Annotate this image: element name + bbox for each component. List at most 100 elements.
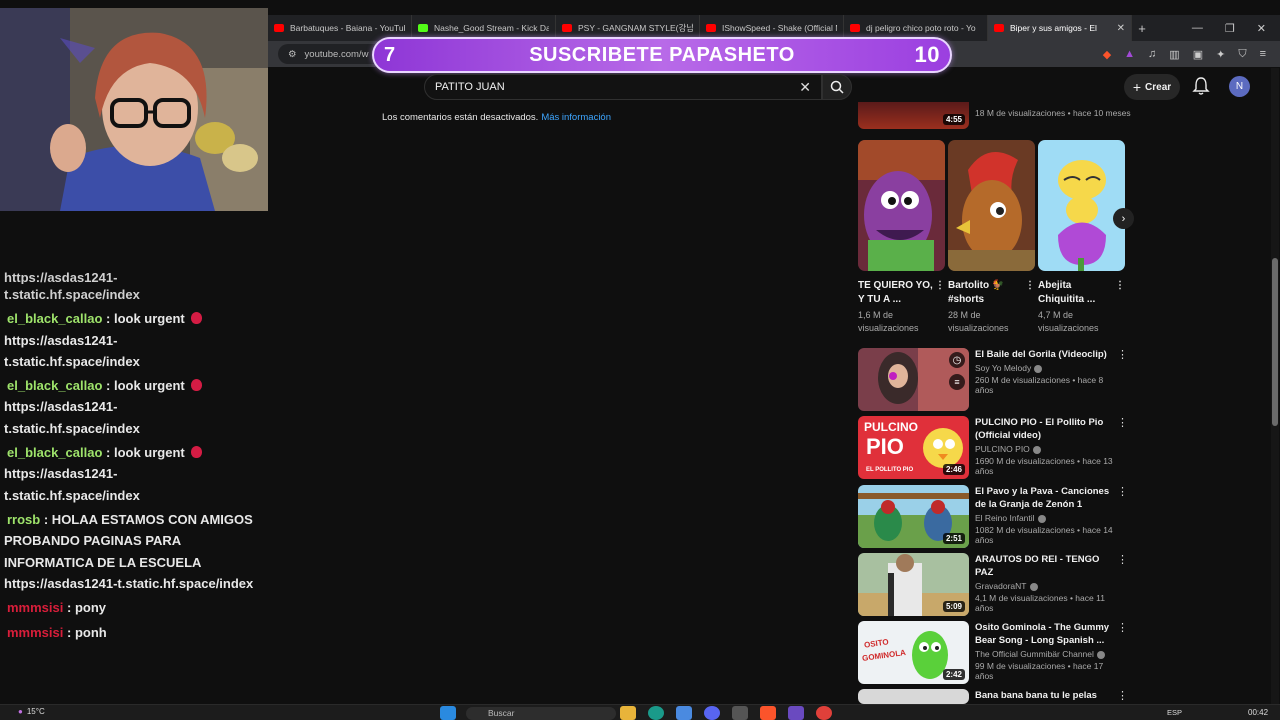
recommendation-item[interactable]: ◷ ≡ El Baile del Gorila (Videoclip) Soy … (858, 348, 1128, 412)
brave-icon[interactable] (760, 706, 776, 720)
video-duration: 2:51 (942, 533, 965, 544)
channel-name[interactable]: PULCINO PIO (975, 444, 1030, 454)
chat-link[interactable]: https://asdas1241-t.static.hf.space/inde… (4, 463, 144, 506)
media-icon[interactable]: ♫ (1148, 48, 1156, 61)
channel-name[interactable]: GravadoraNT (975, 581, 1027, 591)
close-window-icon[interactable]: ✕ (1257, 22, 1266, 35)
notifications-bell-icon[interactable] (1192, 76, 1210, 96)
short-thumbnail[interactable] (1038, 140, 1125, 271)
windows-start-icon[interactable] (440, 706, 456, 720)
short-card[interactable]: TE QUIERO YO, Y TU A ... ⋮ 1,6 M de visua… (858, 140, 945, 335)
video-meta: 260 M de visualizaciones • hace 8 años (975, 375, 1104, 395)
more-options-icon[interactable]: ⋮ (1117, 553, 1128, 566)
chat-username[interactable]: rrosb (4, 512, 40, 527)
chat-link[interactable]: https://asdas1241-t.static.hf.space/inde… (4, 396, 144, 439)
chat-message: rrosb : HOLAA ESTAMOS CON AMIGOS PROBAND… (4, 509, 266, 594)
chat-username[interactable]: mmmsisi (4, 625, 63, 640)
short-title[interactable]: TE QUIERO YO, Y TU A ... (858, 280, 933, 305)
chat-username[interactable]: el_black_callao (4, 445, 102, 460)
video-title[interactable]: El Baile del Gorila (Videoclip) (975, 348, 1115, 361)
short-title[interactable]: Abejita Chiquitita ... (1038, 280, 1095, 305)
video-title[interactable]: Osito Gominola - The Gummy Bear Song - L… (975, 621, 1115, 647)
ai-icon[interactable]: ✦ (1216, 48, 1225, 61)
rewards-icon[interactable]: ▲ (1124, 48, 1135, 61)
youtube-favicon-icon (850, 24, 860, 32)
video-title[interactable]: ARAUTOS DO REI - TENGO PAZ (975, 553, 1115, 579)
thumbnail-text: PULCINO (864, 420, 918, 434)
short-title[interactable]: Bartolito 🐓 #shorts (948, 280, 1004, 305)
add-to-queue-icon[interactable]: ≡ (949, 374, 965, 390)
recommendation-item[interactable]: OSITO GOMINOLA 2:42 Osito Gominola - The… (858, 621, 1128, 685)
short-thumbnail[interactable] (858, 140, 945, 271)
video-title[interactable]: El Pavo y la Pava - Canciones de la Gran… (975, 485, 1115, 511)
more-info-link[interactable]: Más información (541, 112, 611, 123)
short-card[interactable]: Abejita Chiquitita ... ⋮ 4,7 M de visuali… (1038, 140, 1125, 335)
create-button[interactable]: + Crear (1124, 74, 1180, 100)
recommendation-item[interactable]: PULCINO PIO EL POLLITO PIO 2:46 PULCINO … (858, 416, 1128, 480)
browser-tab-active[interactable]: Biper y sus amigos - El ✕ (988, 15, 1132, 41)
video-thumbnail[interactable]: 4:55 (858, 102, 969, 129)
short-card[interactable]: Bartolito 🐓 #shorts ⋮ 28 M de visualizaci… (948, 140, 1035, 335)
app-icon[interactable] (788, 706, 804, 720)
clock[interactable]: 00:42 (1248, 708, 1268, 717)
more-options-icon[interactable]: ⋮ (1117, 621, 1128, 634)
more-options-icon[interactable]: ⋮ (1117, 348, 1128, 361)
chat-username[interactable]: el_black_callao (4, 311, 102, 326)
video-thumbnail[interactable]: 2:51 (858, 485, 969, 548)
recommendation-item[interactable]: Bana bana bana tu le pelas con ⋮ (858, 689, 1128, 704)
banner-left-number: 7 (384, 43, 396, 66)
channel-name[interactable]: The Official Gummibär Channel (975, 649, 1094, 659)
kick-favicon-icon (418, 24, 428, 32)
site-info-icon[interactable]: ⚙ (288, 49, 297, 60)
video-thumbnail[interactable]: OSITO GOMINOLA 2:42 (858, 621, 969, 684)
restore-icon[interactable]: ❐ (1225, 22, 1235, 35)
language-indicator[interactable]: ESP (1167, 708, 1182, 717)
more-options-icon[interactable]: ⋮ (1117, 416, 1128, 429)
channel-name[interactable]: El Reino Infantil (975, 513, 1035, 523)
video-thumbnail[interactable]: 5:09 (858, 553, 969, 616)
video-thumbnail[interactable] (858, 689, 969, 704)
scrollbar-thumb[interactable] (1272, 258, 1278, 426)
taskbar-search[interactable]: Buscar (466, 707, 616, 720)
store-icon[interactable] (676, 706, 692, 720)
brave-shield-icon[interactable]: ◆ (1103, 48, 1111, 61)
more-options-icon[interactable]: ⋮ (1025, 279, 1035, 293)
more-options-icon[interactable]: ⋮ (1115, 279, 1125, 293)
file-explorer-icon[interactable] (620, 706, 636, 720)
shorts-next-button[interactable]: › (1113, 208, 1134, 229)
chrome-icon[interactable] (816, 706, 832, 720)
close-tab-icon[interactable]: ✕ (1117, 23, 1125, 34)
recommendation-item[interactable]: 2:51 El Pavo y la Pava - Canciones de la… (858, 485, 1128, 549)
video-thumbnail[interactable]: PULCINO PIO EL POLLITO PIO 2:46 (858, 416, 969, 479)
video-meta: 4,1 M de visualizaciones • hace 11 años (975, 593, 1105, 613)
recommendation-item[interactable]: 5:09 ARAUTOS DO REI - TENGO PAZ Gravador… (858, 553, 1128, 617)
watch-later-icon[interactable]: ◷ (949, 352, 965, 368)
clear-search-icon[interactable]: ✕ (799, 79, 811, 96)
weather-widget[interactable]: ● 15°C (18, 707, 45, 716)
account-avatar[interactable]: N (1229, 76, 1250, 97)
video-title[interactable]: Bana bana bana tu le pelas con (975, 689, 1115, 704)
video-thumbnail[interactable]: ◷ ≡ (858, 348, 969, 411)
menu-icon[interactable]: ≡ (1260, 48, 1266, 61)
sidebar-icon[interactable]: ▥ (1169, 48, 1179, 61)
chat-link[interactable]: https://asdas1241-t.static.hf.space/inde… (4, 330, 144, 373)
vpn-icon[interactable]: ⛉ (1238, 48, 1246, 61)
more-options-icon[interactable]: ⋮ (935, 279, 945, 293)
app-icon[interactable] (732, 706, 748, 720)
more-options-icon[interactable]: ⋮ (1117, 689, 1128, 702)
discord-icon[interactable] (704, 706, 720, 720)
chat-username[interactable]: mmmsisi (4, 600, 63, 615)
minimize-icon[interactable]: — (1192, 22, 1203, 35)
edge-icon[interactable] (648, 706, 664, 720)
channel-name[interactable]: Soy Yo Melody (975, 363, 1031, 373)
search-button[interactable] (822, 74, 852, 100)
short-thumbnail[interactable] (948, 140, 1035, 271)
video-title[interactable]: PULCINO PIO - El Pollito Pio (Official v… (975, 416, 1115, 442)
chat-message: el_black_callao : look urgent https://asd… (4, 442, 266, 506)
more-options-icon[interactable]: ⋮ (1117, 485, 1128, 498)
new-tab-button[interactable]: + (1132, 21, 1152, 36)
search-input[interactable]: PATITO JUAN ✕ (424, 74, 822, 100)
drop-icon (190, 312, 202, 325)
chat-username[interactable]: el_black_callao (4, 378, 102, 393)
wallet-icon[interactable]: ▣ (1193, 48, 1203, 61)
